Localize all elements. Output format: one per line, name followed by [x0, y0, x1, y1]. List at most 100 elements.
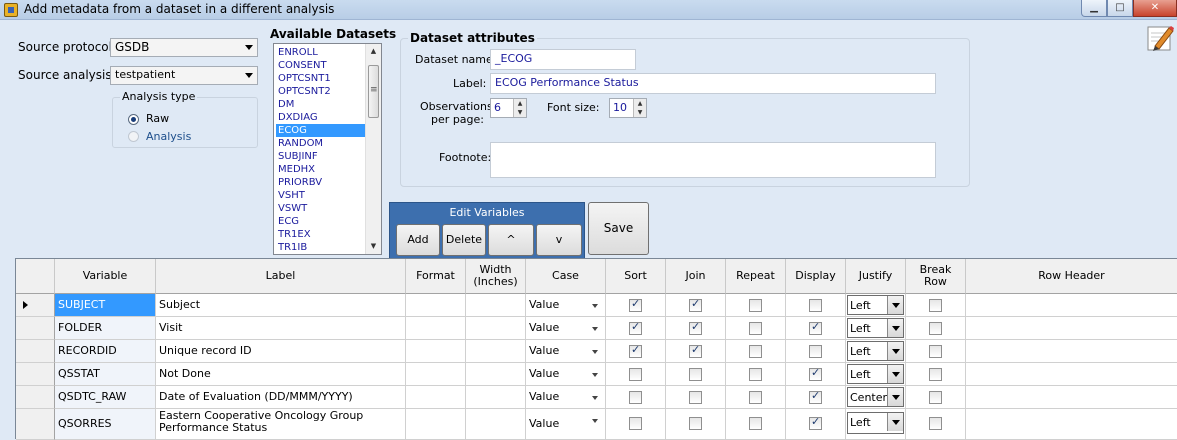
- save-button[interactable]: Save: [588, 202, 649, 255]
- case-cell[interactable]: Value: [526, 363, 606, 386]
- source-protocol-select[interactable]: GSDB: [110, 38, 258, 57]
- break-row-checkbox[interactable]: [929, 417, 942, 430]
- variable-cell[interactable]: SUBJECT: [55, 294, 156, 317]
- sort-cell[interactable]: [606, 363, 666, 386]
- case-select[interactable]: Value: [527, 364, 604, 384]
- break-row-checkbox[interactable]: [929, 322, 942, 335]
- join-checkbox[interactable]: [689, 417, 702, 430]
- chevron-down-icon[interactable]: [587, 343, 603, 360]
- list-item[interactable]: DM: [276, 98, 366, 111]
- list-item[interactable]: MEDHX: [276, 163, 366, 176]
- join-cell[interactable]: [666, 363, 726, 386]
- case-cell[interactable]: Value: [526, 294, 606, 317]
- list-item[interactable]: OPTCSNT2: [276, 85, 366, 98]
- display-cell[interactable]: [786, 363, 846, 386]
- sort-checkbox[interactable]: [629, 320, 642, 335]
- variable-cell[interactable]: FOLDER: [55, 317, 156, 340]
- chevron-down-icon[interactable]: [887, 388, 903, 406]
- justify-cell[interactable]: Left: [846, 294, 906, 317]
- repeat-cell[interactable]: [726, 409, 786, 440]
- radio-analysis[interactable]: [128, 131, 139, 142]
- display-cell[interactable]: [786, 386, 846, 409]
- justify-cell[interactable]: Center: [846, 386, 906, 409]
- repeat-checkbox[interactable]: [749, 368, 762, 381]
- header-row-header[interactable]: Row Header: [966, 259, 1177, 294]
- justify-select[interactable]: Center: [847, 387, 904, 407]
- join-cell[interactable]: [666, 386, 726, 409]
- case-cell[interactable]: Value: [526, 409, 606, 440]
- label-cell[interactable]: Eastern Cooperative Oncology Group Perfo…: [156, 409, 406, 440]
- table-row[interactable]: SUBJECTSubject Value Left: [16, 294, 1177, 317]
- scroll-down-icon[interactable]: ▼: [366, 239, 381, 254]
- header-variable[interactable]: Variable: [55, 259, 156, 294]
- header-label[interactable]: Label: [156, 259, 406, 294]
- width-cell[interactable]: [466, 363, 526, 386]
- format-cell[interactable]: [406, 340, 466, 363]
- list-item[interactable]: DXDIAG: [276, 111, 366, 124]
- header-format[interactable]: Format: [406, 259, 466, 294]
- break-row-cell[interactable]: [906, 317, 966, 340]
- break-row-checkbox[interactable]: [929, 368, 942, 381]
- display-cell[interactable]: [786, 317, 846, 340]
- observations-spinner[interactable]: 6 ▲ ▼: [490, 98, 527, 118]
- row-header-text-cell[interactable]: [966, 317, 1177, 340]
- minimize-button[interactable]: ▁: [1081, 0, 1107, 17]
- maximize-button[interactable]: □: [1107, 0, 1133, 17]
- chevron-down-icon[interactable]: [887, 296, 903, 314]
- break-row-cell[interactable]: [906, 386, 966, 409]
- table-row[interactable]: QSSTATNot Done Value Left: [16, 363, 1177, 386]
- add-button[interactable]: Add: [396, 224, 440, 256]
- variable-cell[interactable]: QSDTC_RAW: [55, 386, 156, 409]
- break-row-checkbox[interactable]: [929, 299, 942, 312]
- case-cell[interactable]: Value: [526, 340, 606, 363]
- display-checkbox[interactable]: [809, 389, 822, 404]
- sort-cell[interactable]: [606, 340, 666, 363]
- row-header-text-cell[interactable]: [966, 340, 1177, 363]
- display-cell[interactable]: [786, 294, 846, 317]
- repeat-cell[interactable]: [726, 340, 786, 363]
- case-select[interactable]: Value: [527, 387, 604, 407]
- list-item[interactable]: SUBJINF: [276, 150, 366, 163]
- source-analysis-select[interactable]: testpatient: [110, 66, 258, 85]
- justify-select[interactable]: Left: [847, 341, 904, 361]
- join-cell[interactable]: [666, 317, 726, 340]
- footnote-field[interactable]: [490, 142, 936, 178]
- spin-down-icon[interactable]: ▼: [513, 108, 526, 117]
- row-header-text-cell[interactable]: [966, 386, 1177, 409]
- header-sort[interactable]: Sort: [606, 259, 666, 294]
- label-cell[interactable]: Visit: [156, 317, 406, 340]
- chevron-down-icon[interactable]: [587, 320, 603, 337]
- break-row-checkbox[interactable]: [929, 391, 942, 404]
- radio-raw[interactable]: [128, 114, 139, 125]
- display-checkbox[interactable]: [809, 345, 822, 358]
- list-item[interactable]: VSWT: [276, 202, 366, 215]
- row-header-cell[interactable]: [16, 409, 55, 440]
- scroll-up-icon[interactable]: ▲: [366, 44, 381, 59]
- justify-select[interactable]: Left: [847, 412, 904, 434]
- justify-select[interactable]: Left: [847, 295, 904, 315]
- break-row-cell[interactable]: [906, 363, 966, 386]
- list-item[interactable]: ECG: [276, 215, 366, 228]
- justify-cell[interactable]: Left: [846, 317, 906, 340]
- table-row[interactable]: RECORDIDUnique record ID Value Left: [16, 340, 1177, 363]
- join-checkbox[interactable]: [689, 343, 702, 358]
- header-display[interactable]: Display: [786, 259, 846, 294]
- row-header-cell[interactable]: [16, 340, 55, 363]
- repeat-checkbox[interactable]: [749, 417, 762, 430]
- justify-cell[interactable]: Left: [846, 409, 906, 440]
- case-cell[interactable]: Value: [526, 317, 606, 340]
- chevron-down-icon[interactable]: [887, 365, 903, 383]
- label-cell[interactable]: Not Done: [156, 363, 406, 386]
- format-cell[interactable]: [406, 294, 466, 317]
- repeat-checkbox[interactable]: [749, 391, 762, 404]
- repeat-cell[interactable]: [726, 363, 786, 386]
- header-repeat[interactable]: Repeat: [726, 259, 786, 294]
- scroll-thumb[interactable]: [368, 65, 379, 118]
- justify-select[interactable]: Left: [847, 318, 904, 338]
- case-cell[interactable]: Value: [526, 386, 606, 409]
- chevron-down-icon[interactable]: [587, 366, 603, 383]
- display-cell[interactable]: [786, 409, 846, 440]
- label-cell[interactable]: Unique record ID: [156, 340, 406, 363]
- dataset-label-field[interactable]: ECOG Performance Status: [490, 73, 936, 94]
- variable-cell[interactable]: QSSTAT: [55, 363, 156, 386]
